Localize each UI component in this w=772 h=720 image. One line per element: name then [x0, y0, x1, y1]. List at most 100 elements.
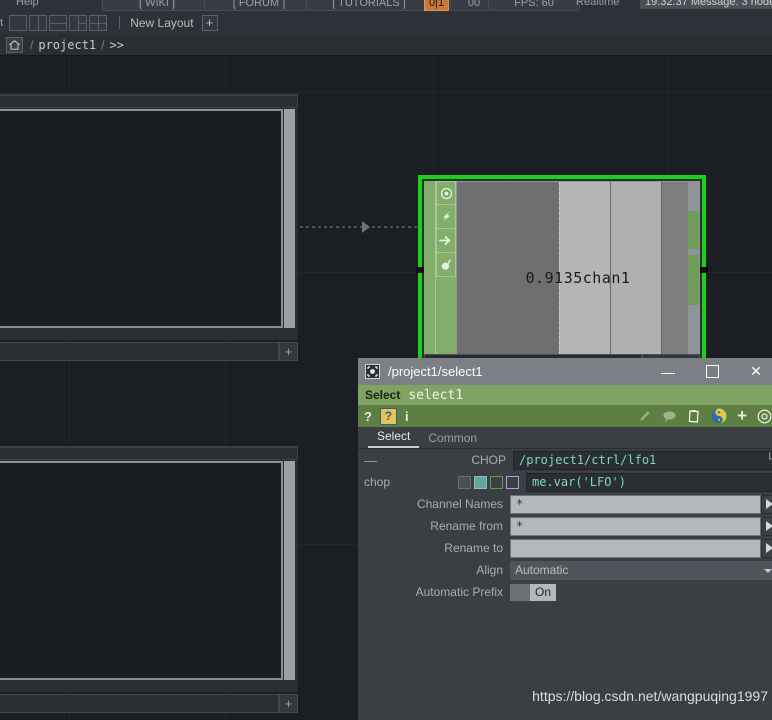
rename-from-dropdown-icon[interactable] [761, 516, 772, 536]
path-segment-project1[interactable]: project1 [38, 38, 96, 52]
menu-wiki-button[interactable]: [ WIKI ] [102, 0, 212, 11]
op-name-field[interactable]: select1 [408, 388, 463, 403]
layout-divider [119, 16, 121, 29]
param-rename-to-label: Rename to [444, 541, 503, 555]
node-inner: 0.9135chan1 [424, 181, 700, 375]
param-rename-from-value[interactable]: * [510, 516, 761, 536]
param-chop-path-value[interactable]: /project1/ctrl/lfo1 [513, 450, 772, 470]
top-preview-node-add-button[interactable]: + [279, 342, 298, 361]
param-rename-to-value[interactable] [510, 538, 761, 558]
parameter-dialog[interactable]: /project1/select1 — ✕ Select select1 ? ?… [358, 358, 772, 720]
top-preview-node-name-strip[interactable]: + [0, 342, 298, 361]
bottom-preview-node[interactable] [0, 446, 298, 692]
pencil-glyph [640, 411, 650, 421]
add-icon[interactable]: + [737, 406, 747, 426]
home-icon[interactable] [6, 36, 23, 53]
maximize-button[interactable] [690, 358, 734, 385]
expression-mode-swatch[interactable] [474, 475, 487, 489]
close-button[interactable]: ✕ [734, 358, 772, 385]
param-chop-path-label: CHOP [471, 453, 506, 467]
param-chop-expression-value[interactable]: me.var('LFO') [526, 472, 772, 492]
node-channel-text: chan1 [582, 269, 631, 287]
bottom-preview-node-add-button[interactable]: + [279, 694, 298, 713]
new-layout-add-button[interactable]: + [201, 14, 218, 31]
bind-mode-swatch[interactable] [506, 475, 519, 489]
path-sep-root: / [30, 37, 34, 52]
dialog-tabs: Select Common [358, 427, 772, 449]
help-question-icon[interactable]: ? [364, 409, 372, 424]
param-automatic-prefix-toggle[interactable]: On [510, 583, 556, 601]
op-help-icon[interactable]: ? [379, 407, 397, 425]
bottom-preview-node-name-field[interactable] [0, 694, 279, 713]
param-chop-path-dash[interactable]: — [358, 453, 377, 468]
clipboard-icon[interactable] [687, 409, 701, 424]
rename-to-dropdown-icon[interactable] [761, 538, 772, 558]
channel-names-dropdown-icon[interactable] [761, 494, 772, 514]
home-glyph [9, 39, 20, 50]
connection-arrow-icon [362, 221, 370, 233]
param-mode-swatches [458, 475, 522, 489]
edit-pencil-icon[interactable] [638, 409, 652, 423]
toggle-knob [510, 583, 530, 601]
param-channel-names-value[interactable]: * [510, 494, 761, 514]
viewer-flag-icon[interactable] [436, 181, 456, 205]
node-readout: 0.9135chan1 [457, 269, 699, 287]
menu-realtime-toggle[interactable]: Realtime [576, 0, 619, 8]
grid-line-h [0, 92, 772, 93]
constant-mode-swatch[interactable] [458, 475, 471, 489]
menu-forum-button[interactable]: [ FORUM ] [204, 0, 314, 11]
menu-tutorials-button[interactable]: [ TUTORIALS ] [306, 0, 432, 11]
select-chop-node[interactable]: 0.9135chan1 select1 + [416, 175, 708, 381]
path-bar: / project1 / >> [0, 34, 772, 56]
maximize-icon [705, 365, 719, 378]
watermark-text: https://blog.csdn.net/wangpuqing1997 [532, 688, 768, 704]
target-icon[interactable] [757, 409, 772, 424]
info-icon[interactable]: i [405, 409, 409, 424]
target-glyph [757, 409, 772, 423]
node-channel-graph[interactable]: 0.9135chan1 [456, 181, 700, 375]
layout-preset-5[interactable] [89, 14, 108, 31]
bottom-preview-node-titlebar [0, 447, 298, 460]
new-layout-label: New Layout [130, 15, 194, 30]
node-right-strip-marker-top [688, 211, 699, 249]
menu-help[interactable]: Help [16, 0, 39, 8]
path-prompt[interactable]: >> [109, 38, 123, 52]
param-align-select[interactable]: Automatic [510, 560, 772, 580]
menu-toggle-button[interactable]: 0|1 [424, 0, 450, 11]
clone-flag-icon[interactable] [436, 205, 456, 229]
param-row-automatic-prefix: Automatic Prefix On [358, 581, 772, 603]
speech-bubble-glyph [663, 411, 676, 422]
display-flag-icon[interactable] [436, 229, 456, 253]
connection-wire-right[interactable] [372, 226, 420, 228]
connection-wire-left[interactable] [300, 226, 362, 228]
tab-select[interactable]: Select [368, 429, 420, 448]
target-icon [440, 187, 452, 199]
comment-icon[interactable] [662, 410, 677, 423]
layout-preset-1[interactable] [9, 14, 28, 31]
select-chop-glyph [367, 366, 378, 377]
dialog-parameter-list: — CHOP /project1/ctrl/lfo1 ↳ chop me.var… [358, 449, 772, 720]
layout-label-clipped: ut [0, 16, 4, 29]
top-preview-node[interactable] [0, 94, 298, 340]
layout-preset-3[interactable] [49, 14, 68, 31]
layout-preset-4[interactable] [69, 14, 88, 31]
param-row-channel-names: Channel Names * [358, 493, 772, 515]
menu-fps[interactable]: FPS: 60 [488, 0, 580, 11]
top-preview-node-thumbnail [0, 109, 283, 328]
minimize-button[interactable]: — [646, 358, 690, 385]
node-flag-gutter [424, 181, 436, 375]
cook-flag-icon[interactable] [436, 253, 456, 277]
param-row-align: Align Automatic [358, 559, 772, 581]
tab-common[interactable]: Common [419, 431, 486, 448]
bottom-preview-node-side-strip [284, 461, 295, 680]
export-mode-swatch[interactable] [490, 475, 503, 489]
param-automatic-prefix-label: Automatic Prefix [415, 585, 503, 599]
toggle-state-label: On [530, 583, 556, 601]
bottom-preview-node-name-strip[interactable]: + [0, 694, 298, 713]
bottom-preview-node-thumbnail [0, 461, 283, 680]
layout-preset-2[interactable] [29, 14, 48, 31]
expression-corner-icon[interactable]: ↳ [768, 450, 772, 465]
python-icon[interactable] [711, 408, 727, 424]
dialog-title-bar[interactable]: /project1/select1 — ✕ [358, 358, 772, 385]
top-preview-node-name-field[interactable] [0, 342, 279, 361]
